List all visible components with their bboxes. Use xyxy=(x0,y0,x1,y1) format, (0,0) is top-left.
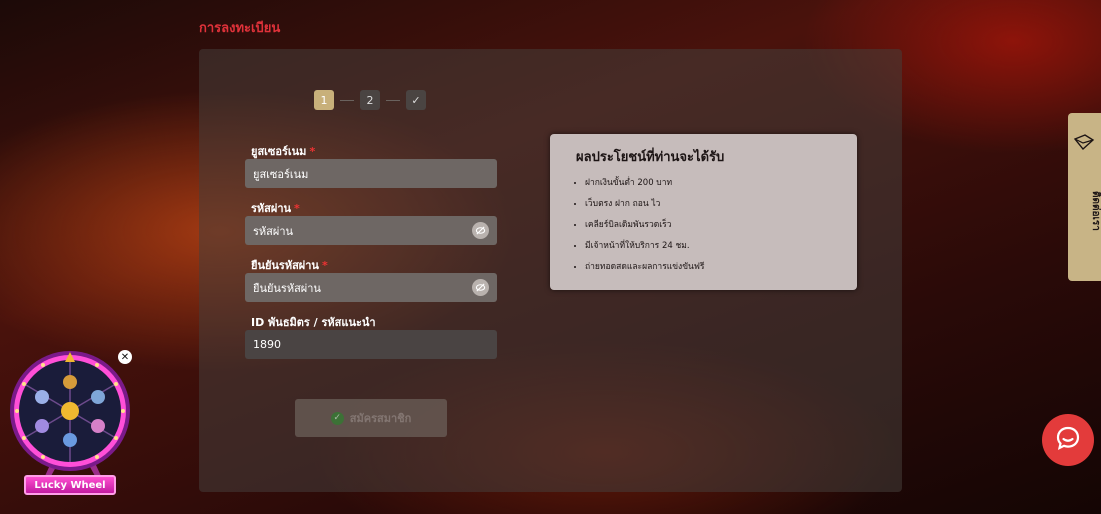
register-button-label: สมัครสมาชิก xyxy=(349,412,412,425)
step-connector xyxy=(386,99,400,101)
benefits-title: ผลประโยชน์ที่ท่านจะได้รับ xyxy=(576,150,725,165)
step-2: 2 xyxy=(360,90,380,110)
referral-value: 1890 xyxy=(253,338,281,351)
register-button[interactable]: ✓ สมัครสมาชิก xyxy=(295,399,447,437)
contact-us-tab[interactable]: ติดต่อเรา xyxy=(1068,113,1101,281)
required-mark: * xyxy=(321,259,328,272)
username-field-group: ยูสเซอร์เนม * ยูสเซอร์เนม xyxy=(245,142,497,188)
step-1: 1 xyxy=(314,90,334,110)
confirm-password-label: ยืนยันรหัสผ่าน xyxy=(251,259,319,272)
contact-us-label: ติดต่อเรา xyxy=(1090,191,1101,231)
mail-icon xyxy=(1073,133,1095,151)
step-done: ✓ xyxy=(406,90,426,110)
stepper: 1 2 ✓ xyxy=(314,90,426,110)
benefits-panel: ผลประโยชน์ที่ท่านจะได้รับ ฝากเงินขั้นต่ำ… xyxy=(550,134,857,290)
registration-card: 1 2 ✓ ยูสเซอร์เนม * ยูสเซอร์เนม รหัสผ่าน *… xyxy=(199,49,902,492)
password-label: รหัสผ่าน xyxy=(251,202,292,215)
password-placeholder: รหัสผ่าน xyxy=(253,224,294,238)
referral-field-group: ID พันธมิตร / รหัสแนะนำ 1890 xyxy=(245,313,497,359)
referral-label: ID พันธมิตร / รหัสแนะนำ xyxy=(251,316,376,329)
close-icon[interactable]: ✕ xyxy=(118,350,132,364)
referral-input[interactable]: 1890 xyxy=(245,330,497,359)
step-connector xyxy=(340,99,354,101)
check-circle-icon: ✓ xyxy=(330,411,344,425)
chat-bubble-icon xyxy=(1055,425,1081,455)
list-item: ฝากเงินขั้นต่ำ 200 บาท xyxy=(585,175,704,196)
confirm-password-input[interactable]: ยืนยันรหัสผ่าน xyxy=(245,273,497,302)
list-item: มีเจ้าหน้าที่ให้บริการ 24 ชม. xyxy=(585,238,704,259)
benefits-list: ฝากเงินขั้นต่ำ 200 บาท เว็บตรง ฝาก ถอน ไ… xyxy=(585,175,704,280)
username-input[interactable]: ยูสเซอร์เนม xyxy=(245,159,497,188)
lucky-wheel-label[interactable]: Lucky Wheel xyxy=(24,475,116,495)
list-item: เว็บตรง ฝาก ถอน ไว xyxy=(585,196,704,217)
lucky-wheel-widget[interactable]: ✕ Lucky Wheel xyxy=(5,348,137,500)
username-placeholder: ยูสเซอร์เนม xyxy=(253,167,309,181)
eye-off-icon[interactable] xyxy=(472,279,489,296)
eye-off-icon[interactable] xyxy=(472,222,489,239)
confirm-password-placeholder: ยืนยันรหัสผ่าน xyxy=(253,281,321,295)
required-mark: * xyxy=(294,202,300,215)
live-chat-button[interactable] xyxy=(1042,414,1094,466)
password-field-group: รหัสผ่าน * รหัสผ่าน xyxy=(245,199,497,245)
page-title: การลงทะเบียน xyxy=(199,21,281,36)
username-label: ยูสเซอร์เนม xyxy=(251,145,307,158)
password-input[interactable]: รหัสผ่าน xyxy=(245,216,497,245)
list-item: เคลียร์บิลเดิมพันรวดเร็ว xyxy=(585,217,704,238)
required-mark: * xyxy=(309,145,316,158)
confirm-password-field-group: ยืนยันรหัสผ่าน * ยืนยันรหัสผ่าน xyxy=(245,256,497,302)
list-item: ถ่ายทอดสดและผลการแข่งขันฟรี xyxy=(585,259,704,280)
registration-form: ยูสเซอร์เนม * ยูสเซอร์เนม รหัสผ่าน * รหัสผ… xyxy=(245,142,497,370)
